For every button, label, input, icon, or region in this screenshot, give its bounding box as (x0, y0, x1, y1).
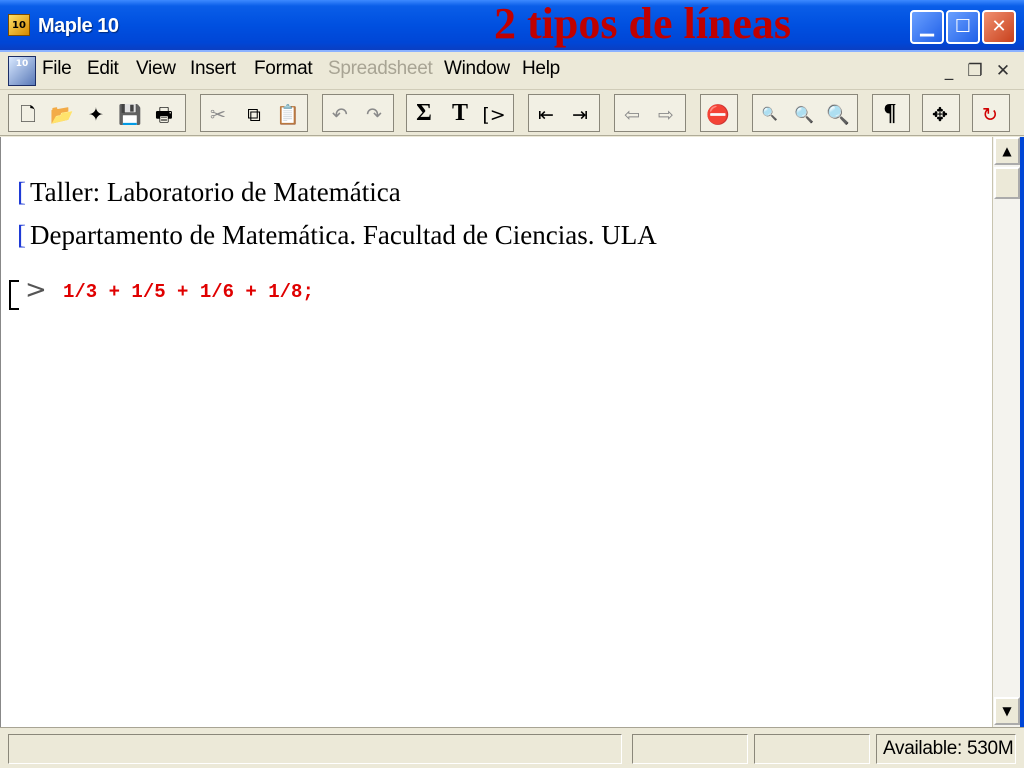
zoom-medium-icon[interactable]: 🔍 (789, 100, 819, 130)
menu-format[interactable]: Format (254, 58, 313, 80)
forward-arrow-icon[interactable]: ⇨ (651, 100, 681, 130)
zoom-large-icon[interactable]: 🔍 (823, 100, 853, 130)
toolbar: 🗋 📂 ✦ 💾 🖶 ✂ ⧉ 📋 ↶ ↷ Σ T [> ⇤ ⇥ ⇦ ⇨ ⛔ 🔍 🔍… (0, 90, 1024, 136)
pilcrow-icon[interactable]: ¶ (875, 100, 905, 130)
app-title: Maple 10 (38, 15, 119, 37)
redo-icon[interactable]: ↷ (359, 100, 389, 130)
toolbar-group-move: ✥ (922, 94, 960, 132)
cut-icon[interactable]: ✂ (203, 100, 233, 130)
document-icon[interactable]: 10 (8, 56, 36, 86)
indent-icon[interactable]: ⇥ (565, 100, 595, 130)
toolbar-group-navigation: ⇦ ⇨ (614, 94, 686, 132)
sigma-icon[interactable]: Σ (409, 100, 439, 130)
open-folder-icon[interactable]: 📂 (47, 100, 77, 130)
menu-bar: 10 File Edit View Insert Format Spreadsh… (0, 52, 1024, 90)
menu-edit[interactable]: Edit (87, 58, 119, 80)
menu-window[interactable]: Window (444, 58, 510, 80)
toolbar-group-clipboard: ✂ ⧉ 📋 (200, 94, 308, 132)
menu-spreadsheet: Spreadsheet (328, 58, 433, 79)
move-icon[interactable]: ✥ (925, 100, 955, 130)
text-line-title: Taller: Laboratorio de Matemática (30, 177, 401, 207)
zoom-small-icon[interactable]: 🔍 (755, 100, 785, 130)
text-line[interactable]: [Taller: Laboratorio de Matemática (17, 177, 401, 208)
status-pane-bytes (754, 734, 870, 764)
maple-input-command[interactable]: 1/3 + 1/5 + 1/6 + 1/8; (63, 281, 314, 303)
title-bar[interactable]: 10 Maple 10 2 tipos de líneas ▁ ☐ ✕ (0, 0, 1024, 52)
input-prompt: > (25, 275, 47, 305)
minimize-button[interactable]: ▁ (910, 10, 944, 44)
execution-group-bracket[interactable] (9, 280, 19, 310)
menu-insert[interactable]: Insert (190, 58, 236, 80)
vertical-scrollbar[interactable]: ▲ ▼ (992, 137, 1020, 727)
undo-icon[interactable]: ↶ (325, 100, 355, 130)
stop-icon[interactable]: ⛔ (703, 100, 733, 130)
toolbar-group-zoom: 🔍 🔍 🔍 (752, 94, 858, 132)
maximize-button[interactable]: ☐ (946, 10, 980, 44)
text-line-department: Departamento de Matemática. Facultad de … (30, 220, 657, 250)
text-mode-icon[interactable]: T (445, 100, 475, 130)
scroll-up-icon[interactable]: ▲ (994, 137, 1020, 165)
section-bracket: [ (17, 220, 26, 250)
status-pane-time (632, 734, 748, 764)
restart-icon[interactable]: ↻ (975, 100, 1005, 130)
outdent-icon[interactable]: ⇤ (531, 100, 561, 130)
worksheet[interactable]: [Taller: Laboratorio de Matemática [Depa… (0, 137, 992, 727)
status-bar: Available: 530M (0, 727, 1024, 768)
document-restore-button[interactable]: ❐ (962, 60, 988, 82)
toolbar-group-indent: ⇤ ⇥ (528, 94, 600, 132)
scroll-down-icon[interactable]: ▼ (994, 697, 1020, 725)
text-line[interactable]: [Departamento de Matemática. Facultad de… (17, 220, 657, 251)
scroll-thumb[interactable] (994, 167, 1020, 199)
menu-view[interactable]: View (136, 58, 176, 80)
maple-app-icon: 10 (8, 14, 30, 36)
copy-icon[interactable]: ⧉ (239, 100, 269, 130)
print-icon[interactable]: 🖶 (149, 100, 179, 130)
document-close-button[interactable]: ✕ (990, 60, 1016, 82)
memory-available-status: Available: 530M (876, 734, 1016, 764)
save-icon[interactable]: 💾 (115, 100, 145, 130)
menu-file[interactable]: File (42, 58, 72, 80)
save-all-icon[interactable]: ✦ (81, 100, 111, 130)
toolbar-group-restart: ↻ (972, 94, 1010, 132)
new-document-icon[interactable]: 🗋 (13, 100, 43, 130)
toolbar-group-stop: ⛔ (700, 94, 738, 132)
back-arrow-icon[interactable]: ⇦ (617, 100, 647, 130)
menu-help[interactable]: Help (522, 58, 560, 80)
section-bracket: [ (17, 177, 26, 207)
toolbar-group-file: 🗋 📂 ✦ 💾 🖶 (8, 94, 186, 132)
toolbar-group-history: ↶ ↷ (322, 94, 394, 132)
slide-title: 2 tipos de líneas (494, 0, 792, 48)
paste-icon[interactable]: 📋 (273, 100, 303, 130)
execution-group-icon[interactable]: [> (479, 100, 509, 130)
toolbar-group-pilcrow: ¶ (872, 94, 910, 132)
toolbar-group-insert: Σ T [> (406, 94, 514, 132)
status-message-pane (8, 734, 622, 764)
close-button[interactable]: ✕ (982, 10, 1016, 44)
document-minimize-button[interactable]: _ (936, 60, 962, 82)
window-border (1020, 137, 1024, 727)
